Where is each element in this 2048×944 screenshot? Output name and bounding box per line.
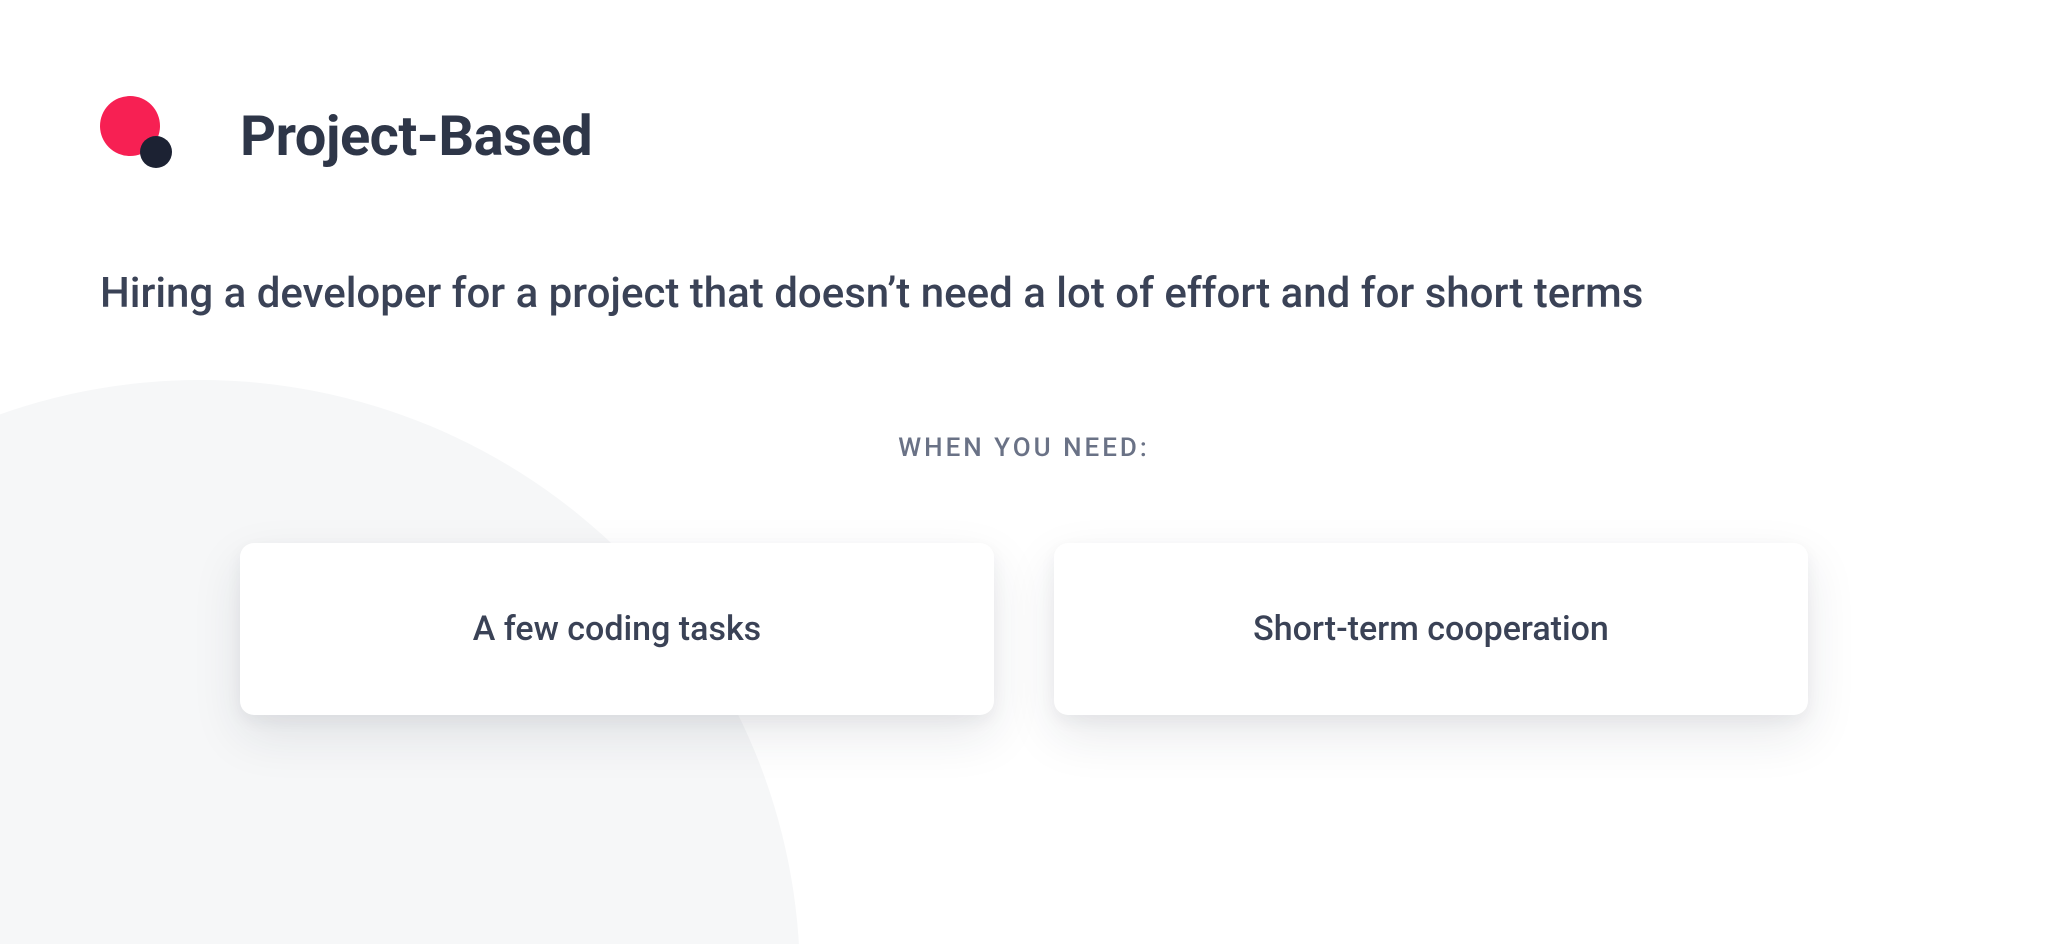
page-title: Project-Based: [240, 103, 592, 169]
content-container: Project-Based Hiring a developer for a p…: [0, 0, 2048, 715]
logo-icon: [100, 96, 180, 176]
logo-dot-small: [140, 136, 172, 168]
cards-row: A few coding tasks Short-term cooperatio…: [100, 543, 1948, 715]
header: Project-Based: [100, 96, 1948, 176]
card-label: Short-term cooperation: [1253, 609, 1609, 649]
page-subtitle: Hiring a developer for a project that do…: [100, 266, 1800, 323]
card-label: A few coding tasks: [473, 609, 761, 649]
card-short-term-cooperation: Short-term cooperation: [1054, 543, 1808, 715]
card-few-coding-tasks: A few coding tasks: [240, 543, 994, 715]
section-label: WHEN YOU NEED:: [100, 433, 1948, 463]
